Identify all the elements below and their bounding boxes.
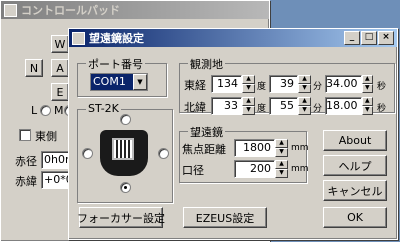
east-checkbox-label: 東側: [35, 130, 57, 143]
port-select-value: COM1: [91, 74, 133, 90]
latitude-sec-value[interactable]: 18.00: [325, 97, 362, 115]
down-icon[interactable]: ▼: [275, 148, 288, 157]
st2k-group-label: ST-2K: [86, 102, 121, 115]
st2k-radio-right[interactable]: [158, 148, 169, 159]
down-icon[interactable]: ▼: [298, 84, 311, 93]
pad-w-button[interactable]: W: [51, 35, 69, 53]
longitude-deg-value[interactable]: 134: [211, 75, 242, 93]
latitude-sec-stepper[interactable]: 18.00 ▲ ▼: [325, 97, 373, 115]
focal-length-stepper[interactable]: 1800 ▲ ▼: [234, 139, 288, 157]
st2k-radio-left[interactable]: [82, 148, 93, 159]
latitude-deg-stepper[interactable]: 33 ▲ ▼: [211, 97, 255, 115]
control-pad-titlebar[interactable]: コントロールパッド: [1, 1, 269, 19]
latitude-deg-value[interactable]: 33: [211, 97, 242, 115]
radio-l-label: L: [31, 104, 38, 117]
help-button[interactable]: ヘルプ: [323, 155, 387, 176]
pad-e-button[interactable]: E: [51, 83, 69, 101]
dec-label: 赤緯: [15, 175, 37, 188]
latitude-min-stepper[interactable]: 55 ▲ ▼: [269, 97, 311, 115]
down-icon[interactable]: ▼: [298, 106, 311, 115]
east-checkbox[interactable]: [19, 129, 31, 141]
st2k-device-icon: [100, 130, 148, 176]
up-icon[interactable]: ▲: [298, 97, 311, 106]
close-icon[interactable]: ×: [378, 31, 394, 45]
minimize-icon[interactable]: _: [344, 31, 360, 45]
maximize-icon[interactable]: □: [361, 31, 377, 45]
up-icon[interactable]: ▲: [242, 75, 255, 84]
min-unit: 分: [313, 82, 323, 92]
deg-unit: 度: [257, 104, 267, 114]
longitude-min-stepper[interactable]: 39 ▲ ▼: [269, 75, 311, 93]
st2k-radio-top[interactable]: [120, 114, 131, 125]
about-button[interactable]: About: [323, 130, 387, 151]
radio-l[interactable]: [40, 105, 51, 116]
down-icon[interactable]: ▼: [242, 106, 255, 115]
focal-length-value[interactable]: 1800: [234, 139, 275, 157]
up-icon[interactable]: ▲: [275, 139, 288, 148]
st2k-group: ST-2K: [77, 102, 173, 203]
latitude-min-value[interactable]: 55: [269, 97, 298, 115]
port-group: ポート番号 COM1 ▼: [77, 56, 167, 97]
radio-m-label: M: [54, 104, 64, 117]
app-icon: [72, 31, 85, 45]
mm-unit: mm: [291, 164, 309, 174]
pad-n-button[interactable]: N: [25, 59, 43, 77]
port-select[interactable]: COM1 ▼: [90, 73, 148, 91]
telescope-group-label: 望遠鏡: [188, 124, 225, 140]
focuser-settings-button[interactable]: フォーカサー設定: [77, 207, 165, 228]
focal-length-label: 焦点距離: [182, 143, 226, 156]
chevron-down-icon[interactable]: ▼: [133, 74, 147, 90]
mm-unit: mm: [291, 143, 309, 153]
window-title: コントロールパッド: [21, 4, 120, 17]
port-group-label: ポート番号: [86, 56, 145, 72]
min-unit: 分: [313, 104, 323, 114]
up-icon[interactable]: ▲: [361, 75, 373, 84]
observation-group-label: 観測地: [188, 56, 225, 72]
aperture-stepper[interactable]: 200 ▲ ▼: [234, 160, 288, 178]
window-title: 望遠鏡設定: [89, 32, 144, 45]
down-icon[interactable]: ▼: [242, 84, 255, 93]
ra-label: 赤径: [15, 155, 37, 168]
cancel-button[interactable]: キャンセル: [323, 180, 387, 201]
ok-button[interactable]: OK: [323, 207, 387, 228]
longitude-sec-stepper[interactable]: 34.00 ▲ ▼: [325, 75, 373, 93]
longitude-sec-value[interactable]: 34.00: [325, 75, 362, 93]
up-icon[interactable]: ▲: [242, 97, 255, 106]
longitude-label: 東経: [184, 79, 206, 92]
pad-a-button[interactable]: A: [51, 59, 69, 77]
ezeus-settings-button[interactable]: EZEUS設定: [183, 207, 267, 228]
longitude-deg-stepper[interactable]: 134 ▲ ▼: [211, 75, 255, 93]
up-icon[interactable]: ▲: [298, 75, 311, 84]
down-icon[interactable]: ▼: [361, 84, 373, 93]
aperture-label: 口径: [182, 164, 204, 177]
aperture-value[interactable]: 200: [234, 160, 275, 178]
settings-titlebar[interactable]: 望遠鏡設定 _ □ ×: [69, 29, 397, 47]
app-icon: [4, 3, 17, 17]
up-icon[interactable]: ▲: [361, 97, 373, 106]
longitude-min-value[interactable]: 39: [269, 75, 298, 93]
latitude-label: 北緯: [184, 101, 206, 114]
down-icon[interactable]: ▼: [275, 169, 288, 178]
st2k-radio-bottom[interactable]: [120, 182, 131, 193]
down-icon[interactable]: ▼: [361, 106, 373, 115]
deg-unit: 度: [257, 82, 267, 92]
up-icon[interactable]: ▲: [275, 160, 288, 169]
sec-unit: 秒: [377, 82, 387, 92]
telescope-settings-window: 望遠鏡設定 _ □ × ポート番号 COM1 ▼ ST-2K 観測地 東経 13…: [68, 28, 398, 240]
sec-unit: 秒: [377, 104, 387, 114]
